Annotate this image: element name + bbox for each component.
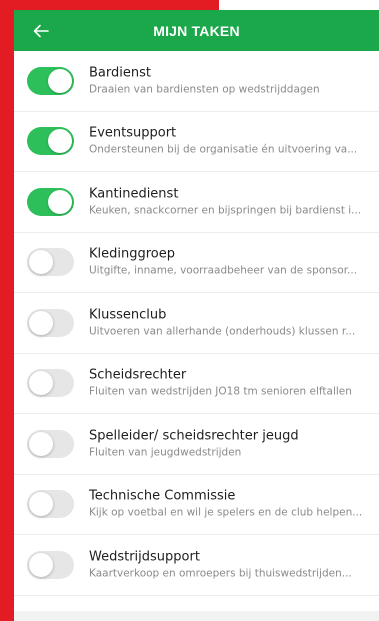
toggle-knob: [48, 129, 72, 154]
task-description: Uitvoeren van allerhande (onderhouds) kl…: [89, 325, 356, 338]
task-row-klussenclub: Klussenclub Uitvoeren van allerhande (on…: [14, 293, 379, 354]
task-toggle[interactable]: [27, 308, 74, 337]
task-toggle[interactable]: [27, 66, 74, 95]
task-title: Technische Commissie: [89, 488, 236, 504]
task-texts: Bardienst Draaien van bardiensten op wed…: [89, 64, 373, 97]
task-texts: Wedstrijdsupport Kaartverkoop en omroepe…: [89, 548, 373, 581]
task-texts: Eventsupport Ondersteunen bij de organis…: [89, 125, 373, 158]
task-toggle[interactable]: [27, 248, 74, 277]
task-title: Klussenclub: [89, 307, 167, 323]
task-description: Keuken, snackcorner en bijspringen bij b…: [89, 204, 362, 217]
toggle-knob: [29, 310, 53, 335]
app-screen: MIJN TAKEN Bardienst Draaien van bardien…: [14, 10, 379, 621]
task-row-eventsupport: Eventsupport Ondersteunen bij de organis…: [14, 112, 379, 172]
task-texts: Klussenclub Uitvoeren van allerhande (on…: [89, 306, 373, 339]
task-title: Spelleider/ scheidsrechter jeugd: [89, 428, 299, 444]
toggle-knob: [29, 250, 53, 275]
task-toggle[interactable]: [27, 429, 74, 458]
toggle-knob: [29, 431, 53, 456]
task-description: Ondersteunen bij de organisatie én uitvo…: [89, 143, 358, 156]
task-texts: Spelleider/ scheidsrechter jeugd Fluiten…: [89, 427, 373, 460]
toggle-knob: [48, 189, 72, 214]
background-red-left: [0, 0, 14, 621]
task-toggle[interactable]: [27, 369, 74, 398]
task-title: Kledinggroep: [89, 246, 176, 262]
task-title: Kantinedienst: [89, 186, 179, 202]
task-row-technische-commissie: Technische Commissie Kijk op voetbal en …: [14, 475, 379, 535]
task-title: Eventsupport: [89, 125, 177, 141]
toggle-knob: [29, 552, 53, 577]
task-description: Draaien van bardiensten op wedstrijddage…: [89, 83, 320, 96]
task-toggle[interactable]: [27, 550, 74, 579]
toggle-knob: [29, 492, 53, 517]
task-description: Fluiten van wedstrijden JO18 tm senioren…: [89, 385, 352, 398]
task-row-wedstrijdsupport: Wedstrijdsupport Kaartverkoop en omroepe…: [14, 535, 379, 596]
task-title: Bardienst: [89, 65, 151, 81]
task-description: Fluiten van jeugdwedstrijden: [89, 446, 242, 459]
header-bar: MIJN TAKEN: [14, 10, 379, 51]
task-toggle[interactable]: [27, 127, 74, 156]
task-title: Wedstrijdsupport: [89, 549, 200, 565]
arrow-left-icon: [33, 24, 49, 37]
task-list: Bardienst Draaien van bardiensten op wed…: [14, 51, 379, 596]
toggle-knob: [48, 68, 72, 93]
task-row-spelleider: Spelleider/ scheidsrechter jeugd Fluiten…: [14, 414, 379, 475]
task-description: Kaartverkoop en omroepers bij thuiswedst…: [89, 567, 352, 580]
task-description: Kijk op voetbal en wil je spelers en de …: [89, 506, 363, 519]
bottom-strip: [14, 611, 379, 621]
task-toggle[interactable]: [27, 187, 74, 216]
toggle-knob: [29, 371, 53, 396]
page-title: MIJN TAKEN: [153, 22, 240, 39]
task-title: Scheidsrechter: [89, 367, 187, 383]
task-row-bardienst: Bardienst Draaien van bardiensten op wed…: [14, 51, 379, 112]
task-texts: Kantinedienst Keuken, snackcorner en bij…: [89, 185, 373, 218]
task-row-scheidsrechter: Scheidsrechter Fluiten van wedstrijden J…: [14, 354, 379, 414]
task-texts: Technische Commissie Kijk op voetbal en …: [89, 488, 373, 521]
task-description: Uitgifte, inname, voorraadbeheer van de …: [89, 264, 358, 277]
background-red-top: [14, 0, 219, 10]
task-row-kantinedienst: Kantinedienst Keuken, snackcorner en bij…: [14, 172, 379, 233]
task-toggle[interactable]: [27, 490, 74, 519]
task-texts: Kledinggroep Uitgifte, inname, voorraadb…: [89, 246, 373, 279]
back-button[interactable]: [26, 10, 56, 51]
task-texts: Scheidsrechter Fluiten van wedstrijden J…: [89, 367, 373, 400]
task-row-kledinggroep: Kledinggroep Uitgifte, inname, voorraadb…: [14, 233, 379, 293]
